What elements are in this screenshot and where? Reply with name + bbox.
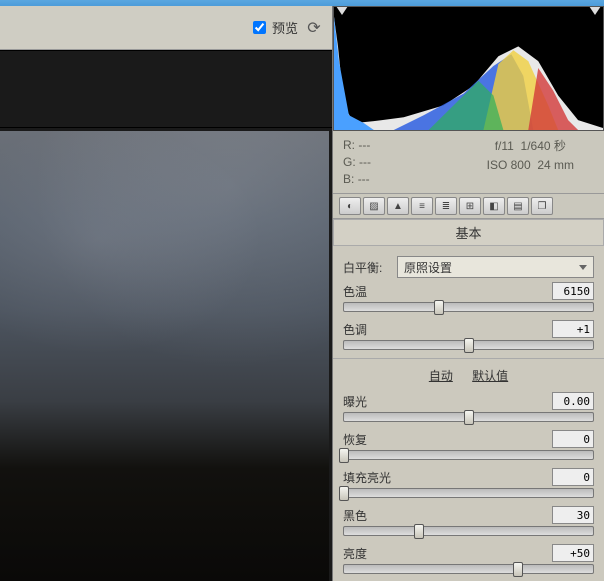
tint-track[interactable] (343, 340, 594, 350)
curve-panel-icon[interactable]: ▨ (363, 197, 385, 215)
exposure-track[interactable] (343, 412, 594, 422)
fill-thumb[interactable] (339, 486, 349, 501)
bright-track[interactable] (343, 564, 594, 574)
hsl-panel-icon[interactable]: ≡ (411, 197, 433, 215)
detail-panel-icon[interactable]: ▲ (387, 197, 409, 215)
camera-panel-icon[interactable]: ▤ (507, 197, 529, 215)
tint-slider-row: 色调 (343, 320, 594, 350)
lens-panel-icon[interactable]: ⊞ (459, 197, 481, 215)
refresh-icon[interactable]: ⟳ (304, 18, 324, 38)
bright-label: 亮度 (343, 545, 367, 562)
exposure-slider-row: 曝光 (343, 392, 594, 422)
recovery-label: 恢复 (343, 431, 367, 448)
fx-panel-icon[interactable]: ◧ (483, 197, 505, 215)
black-value[interactable] (552, 506, 594, 524)
preview-image (0, 131, 329, 581)
fill-label: 填充亮光 (343, 469, 391, 486)
metadata-strip: R: --- G: --- B: --- f/11 1/640 秒 ISO 80… (333, 131, 604, 194)
fill-track[interactable] (343, 488, 594, 498)
auto-default-links: 自动 默认值 (343, 367, 594, 384)
highlight-clip-toggle[interactable] (589, 6, 601, 15)
exposure-label: 曝光 (343, 393, 367, 410)
fill-value[interactable] (552, 468, 594, 486)
exposure-value[interactable] (552, 392, 594, 410)
wb-dropdown[interactable]: 原照设置 (397, 256, 594, 278)
default-link[interactable]: 默认值 (472, 369, 508, 383)
preview-checkbox[interactable] (253, 21, 266, 34)
histogram[interactable] (333, 6, 604, 131)
temp-thumb[interactable] (434, 300, 444, 315)
preview-bar: 预览 ⟳ (0, 6, 332, 50)
bright-thumb[interactable] (513, 562, 523, 577)
black-slider-row: 黑色 (343, 506, 594, 536)
black-thumb[interactable] (414, 524, 424, 539)
bright-slider-row: 亮度 (343, 544, 594, 574)
temp-label: 色温 (343, 283, 367, 300)
black-label: 黑色 (343, 507, 367, 524)
bright-value[interactable] (552, 544, 594, 562)
fill-slider-row: 填充亮光 (343, 468, 594, 498)
tint-value[interactable] (552, 320, 594, 338)
recovery-thumb[interactable] (339, 448, 349, 463)
temp-track[interactable] (343, 302, 594, 312)
temp-slider-row: 色温 (343, 282, 594, 312)
basic-panel-icon[interactable]: ◐ (339, 197, 361, 215)
split-panel-icon[interactable]: ≣ (435, 197, 457, 215)
filmstrip-area (0, 50, 332, 128)
auto-link[interactable]: 自动 (429, 369, 453, 383)
recovery-value[interactable] (552, 430, 594, 448)
tint-thumb[interactable] (464, 338, 474, 353)
preview-label: 预览 (272, 18, 298, 37)
shadow-clip-toggle[interactable] (336, 6, 348, 15)
wb-label: 白平衡: (343, 259, 391, 276)
photo-viewport[interactable] (0, 128, 332, 581)
section-header-basic: 基本 (333, 219, 604, 246)
histogram-svg (334, 7, 603, 130)
tint-label: 色调 (343, 321, 367, 338)
recovery-slider-row: 恢复 (343, 430, 594, 460)
temp-value[interactable] (552, 282, 594, 300)
black-track[interactable] (343, 526, 594, 536)
exposure-thumb[interactable] (464, 410, 474, 425)
panel-icon-row: ◐ ▨ ▲ ≡ ≣ ⊞ ◧ ▤ ❐ (333, 194, 604, 219)
basic-panel: 白平衡: 原照设置 色温 色调 自动 默认值 (333, 246, 604, 581)
presets-panel-icon[interactable]: ❐ (531, 197, 553, 215)
recovery-track[interactable] (343, 450, 594, 460)
